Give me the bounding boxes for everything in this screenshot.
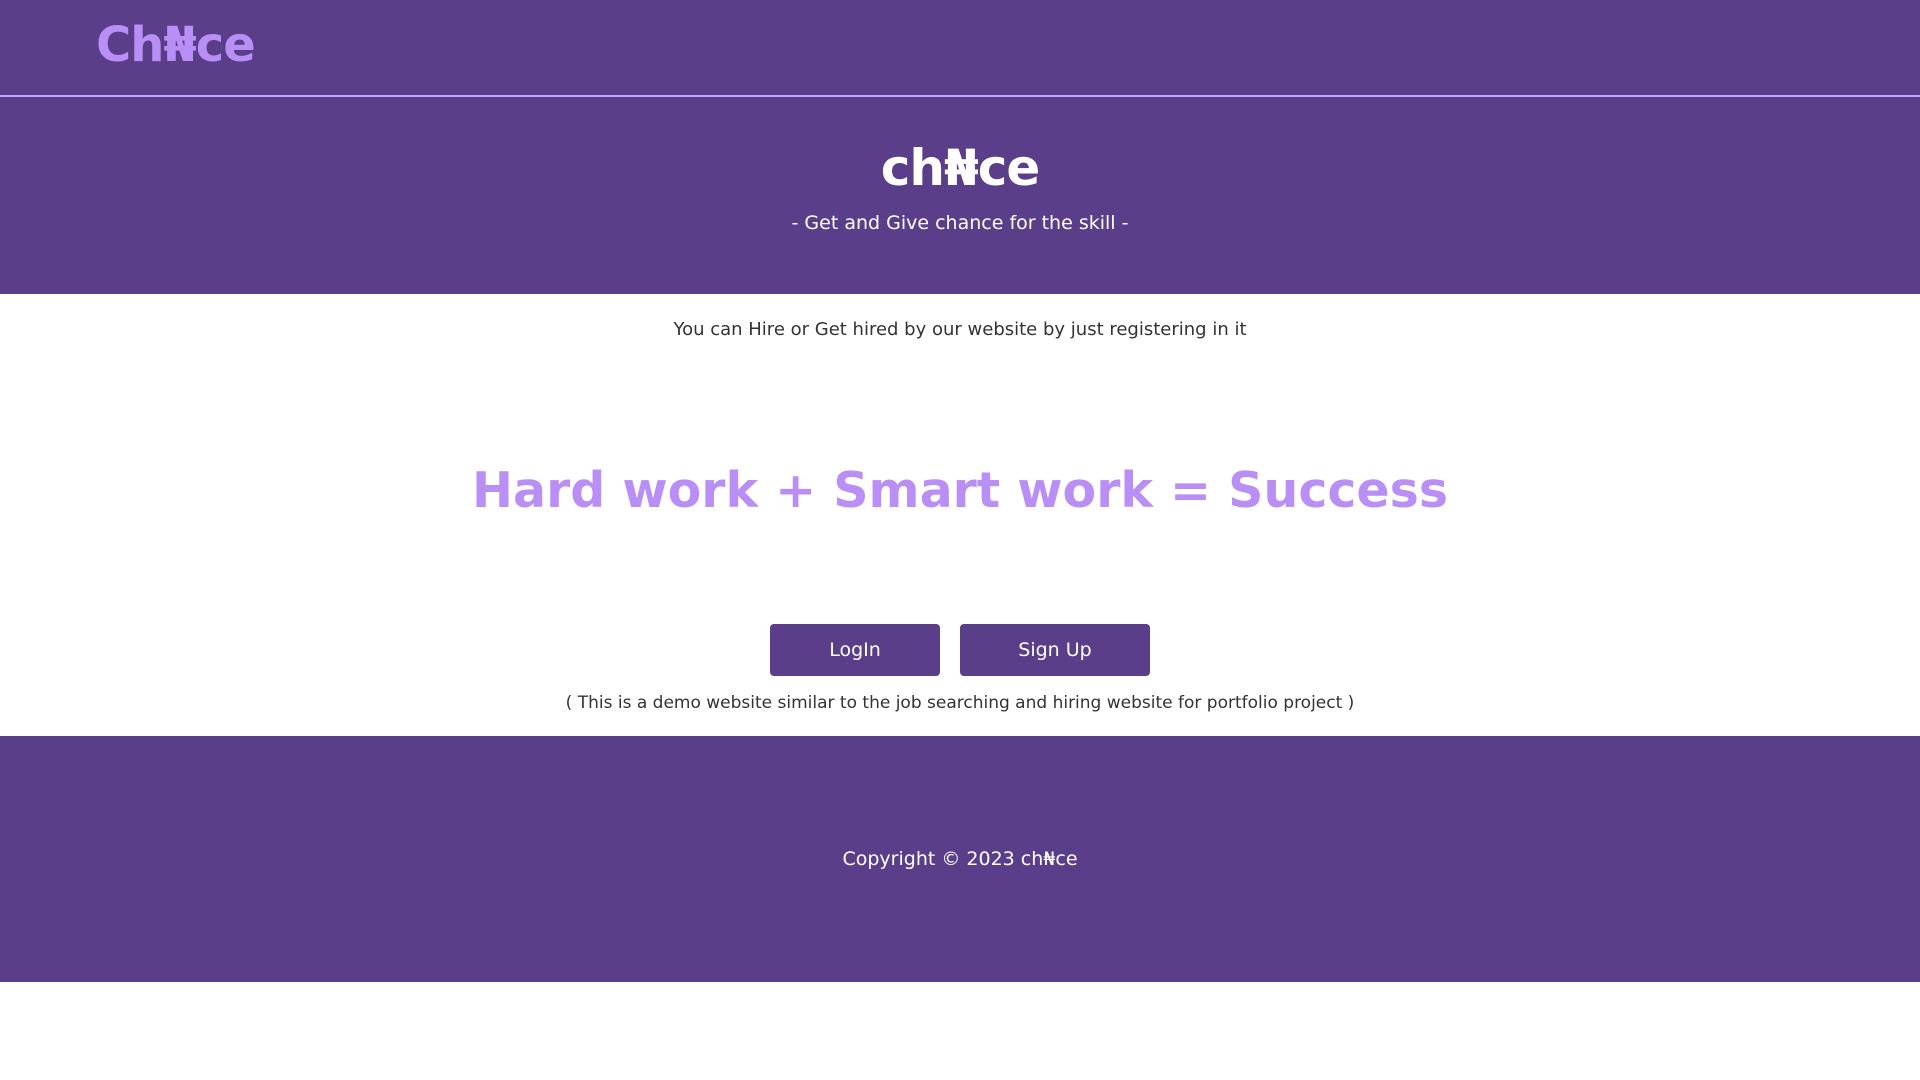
hero-banner: ch₦ce - Get and Give chance for the skil… xyxy=(0,97,1920,294)
login-button[interactable]: LogIn xyxy=(770,624,940,676)
signup-button[interactable]: Sign Up xyxy=(960,624,1150,676)
hero-title: ch₦ce xyxy=(880,139,1041,197)
page-footer: Copyright © 2023 ch₦ce xyxy=(0,736,1920,982)
intro-text: You can Hire or Get hired by our website… xyxy=(673,319,1247,340)
copyright-text: Copyright © 2023 ch₦ce xyxy=(842,848,1078,870)
demo-disclaimer: ( This is a demo website similar to the … xyxy=(565,693,1355,713)
top-navbar: Ch₦ce xyxy=(0,0,1920,97)
slogan-heading: Hard work + Smart work = Success xyxy=(472,462,1448,519)
hero-tagline: - Get and Give chance for the skill - xyxy=(791,212,1129,234)
brand-logo-link[interactable]: Ch₦ce xyxy=(96,17,256,73)
